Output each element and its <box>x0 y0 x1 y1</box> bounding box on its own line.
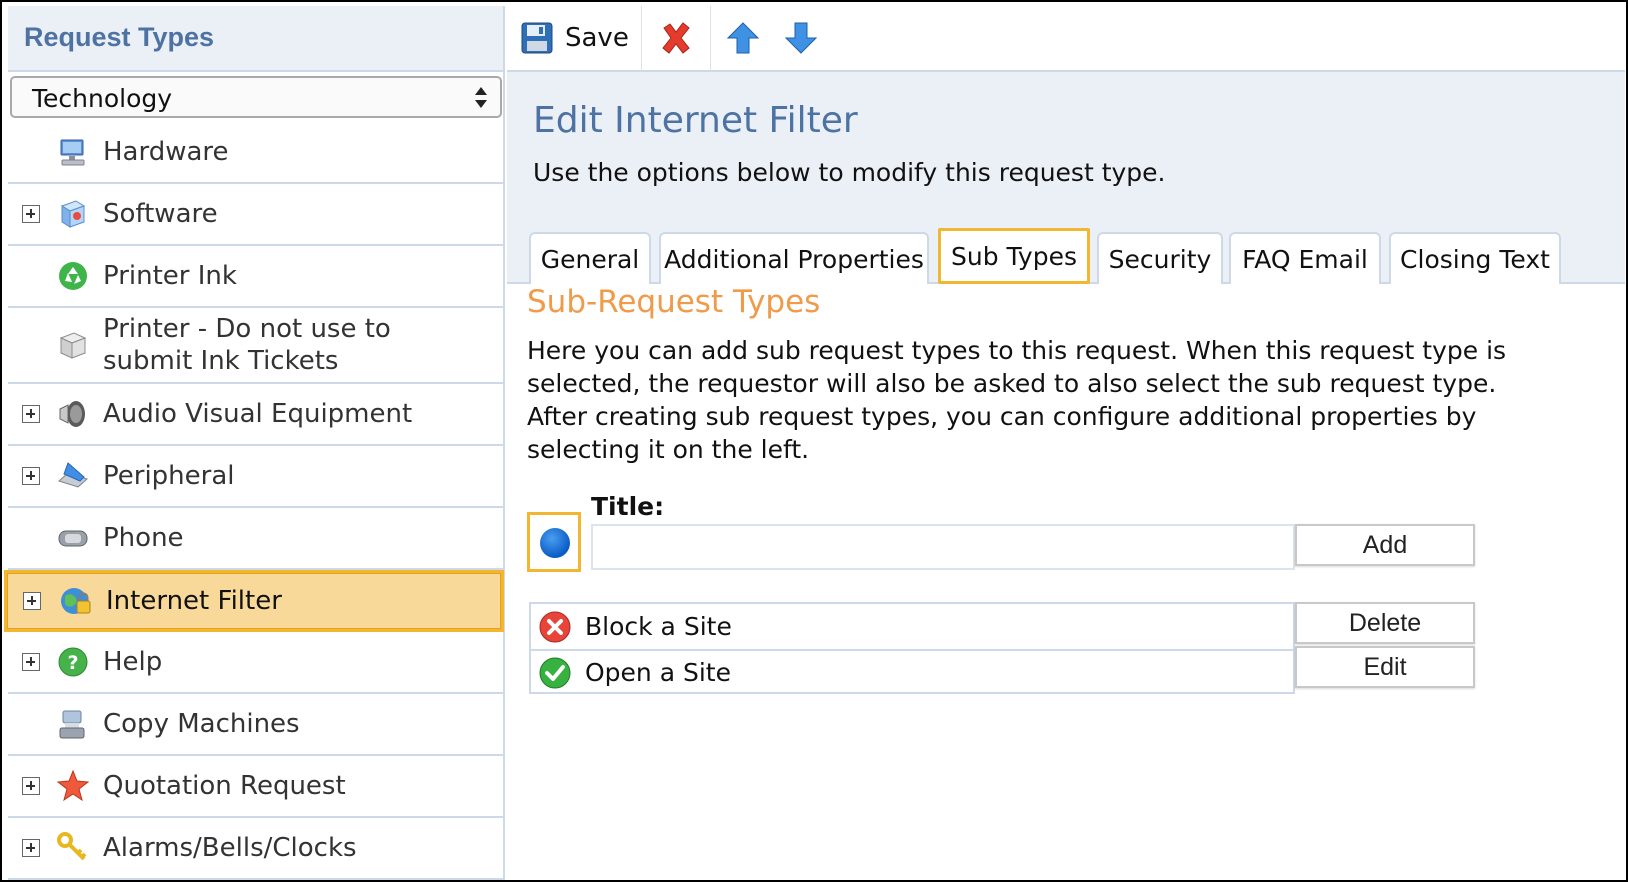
phone-icon <box>58 530 88 547</box>
edit-button[interactable]: Edit <box>1295 646 1475 688</box>
speaker-icon <box>59 401 85 427</box>
tab-additional-properties[interactable]: Additional Properties <box>659 232 929 284</box>
sidebar: Request Types Technology Hardware Softwa… <box>4 6 505 880</box>
delete-button[interactable]: Delete <box>1295 602 1475 644</box>
radio-dot-icon <box>540 528 570 558</box>
tree-item-software[interactable]: Software <box>8 184 503 246</box>
title-input[interactable] <box>591 524 1295 570</box>
tab-bar: General Additional Properties Sub Types … <box>507 222 1625 284</box>
recycle-icon <box>59 262 87 290</box>
tree-item-phone[interactable]: Phone <box>8 508 503 570</box>
page-title: Edit Internet Filter <box>533 100 858 141</box>
expand-icon[interactable] <box>22 777 40 795</box>
move-up-button[interactable] <box>711 6 775 70</box>
tree-item-label: Software <box>103 199 218 229</box>
expand-icon[interactable] <box>22 653 40 671</box>
globe-lock-icon <box>61 588 91 614</box>
section-description: Here you can add sub request types to th… <box>527 336 1507 464</box>
subtype-row-block-a-site[interactable]: Block a Site <box>531 604 1293 649</box>
expand-icon[interactable] <box>23 592 41 610</box>
tab-general[interactable]: General <box>529 232 651 284</box>
tab-faq-email[interactable]: FAQ Email <box>1229 232 1381 284</box>
tree-item-label: Help <box>103 647 163 677</box>
block-icon <box>539 611 571 642</box>
subtype-list: Block a Site Open a Site <box>529 602 1295 694</box>
tab-security[interactable]: Security <box>1097 232 1223 284</box>
save-icon <box>521 22 553 54</box>
sidebar-title: Request Types <box>24 22 215 52</box>
copier-icon <box>59 710 85 739</box>
tree-item-help[interactable]: ? Help <box>8 632 503 694</box>
svg-text:?: ? <box>67 652 78 674</box>
tree-item-audio-visual[interactable]: Audio Visual Equipment <box>8 384 503 446</box>
add-button[interactable]: Add <box>1295 524 1475 566</box>
section-title: Sub-Request Types <box>527 284 821 320</box>
move-down-button[interactable] <box>775 6 827 70</box>
tab-sub-types[interactable]: Sub Types <box>938 228 1090 284</box>
tree-item-label: Printer - Do not use to submit Ink Ticke… <box>103 314 391 376</box>
main-panel: Save Edit Internet Filter Use the option… <box>507 6 1625 880</box>
page-subtitle: Use the options below to modify this req… <box>533 158 1166 187</box>
toolbar: Save <box>507 6 1625 72</box>
check-icon <box>539 657 571 688</box>
tree-item-label: Phone <box>103 523 184 553</box>
tree-item-peripheral[interactable]: Peripheral <box>8 446 503 508</box>
close-icon <box>662 22 690 54</box>
app-window: Request Types Technology Hardware Softwa… <box>0 0 1628 882</box>
sidebar-header: Request Types <box>8 6 503 72</box>
arrow-up-icon <box>726 22 760 54</box>
page-header: Edit Internet Filter Use the options bel… <box>507 72 1625 222</box>
request-type-tree: Hardware Software Printer Ink Printer - … <box>4 122 504 880</box>
tree-item-alarms-bells-clocks[interactable]: Alarms/Bells/Clocks <box>8 818 503 880</box>
tree-item-label: Internet Filter <box>106 586 282 616</box>
tree-item-label: Printer Ink <box>103 261 237 291</box>
save-button-label: Save <box>565 23 629 53</box>
arrow-down-icon <box>784 22 818 54</box>
tree-item-quotation-request[interactable]: Quotation Request <box>8 756 503 818</box>
scanner-icon <box>58 462 88 488</box>
tree-item-label: Audio Visual Equipment <box>103 399 413 429</box>
software-box-icon <box>60 200 86 228</box>
keys-icon <box>57 832 87 861</box>
tree-item-label: Alarms/Bells/Clocks <box>103 833 357 863</box>
tree-item-printer[interactable]: Printer - Do not use to submit Ink Ticke… <box>8 308 503 384</box>
tree-item-internet-filter[interactable]: Internet Filter <box>4 570 504 632</box>
subtype-label: Open a Site <box>585 658 731 687</box>
tree-item-hardware[interactable]: Hardware <box>8 122 503 184</box>
expand-icon[interactable] <box>22 205 40 223</box>
category-select[interactable]: Technology <box>10 76 502 118</box>
expand-icon[interactable] <box>22 839 40 857</box>
tab-content: Sub-Request Types Here you can add sub r… <box>507 284 1625 880</box>
computer-icon <box>60 139 85 166</box>
default-radio[interactable] <box>527 512 581 572</box>
tree-item-label: Quotation Request <box>103 771 346 801</box>
tree-item-printer-ink[interactable]: Printer Ink <box>8 246 503 308</box>
title-label: Title: <box>591 492 665 521</box>
subtype-row-open-a-site[interactable]: Open a Site <box>531 649 1293 694</box>
package-icon <box>59 332 87 359</box>
tree-item-label: Peripheral <box>103 461 235 491</box>
tab-closing-text[interactable]: Closing Text <box>1389 232 1561 284</box>
star-icon <box>56 769 90 802</box>
select-arrows-icon <box>474 84 488 112</box>
tree-item-label: Copy Machines <box>103 709 300 739</box>
tree-item-copy-machines[interactable]: Copy Machines <box>8 694 503 756</box>
subtype-label: Block a Site <box>585 612 732 641</box>
cancel-button[interactable] <box>642 6 711 70</box>
save-button[interactable]: Save <box>507 6 642 70</box>
tree-item-label: Hardware <box>103 137 229 167</box>
help-icon: ? <box>58 647 88 677</box>
expand-icon[interactable] <box>22 405 40 423</box>
expand-icon[interactable] <box>22 467 40 485</box>
category-select-value: Technology <box>32 84 173 113</box>
